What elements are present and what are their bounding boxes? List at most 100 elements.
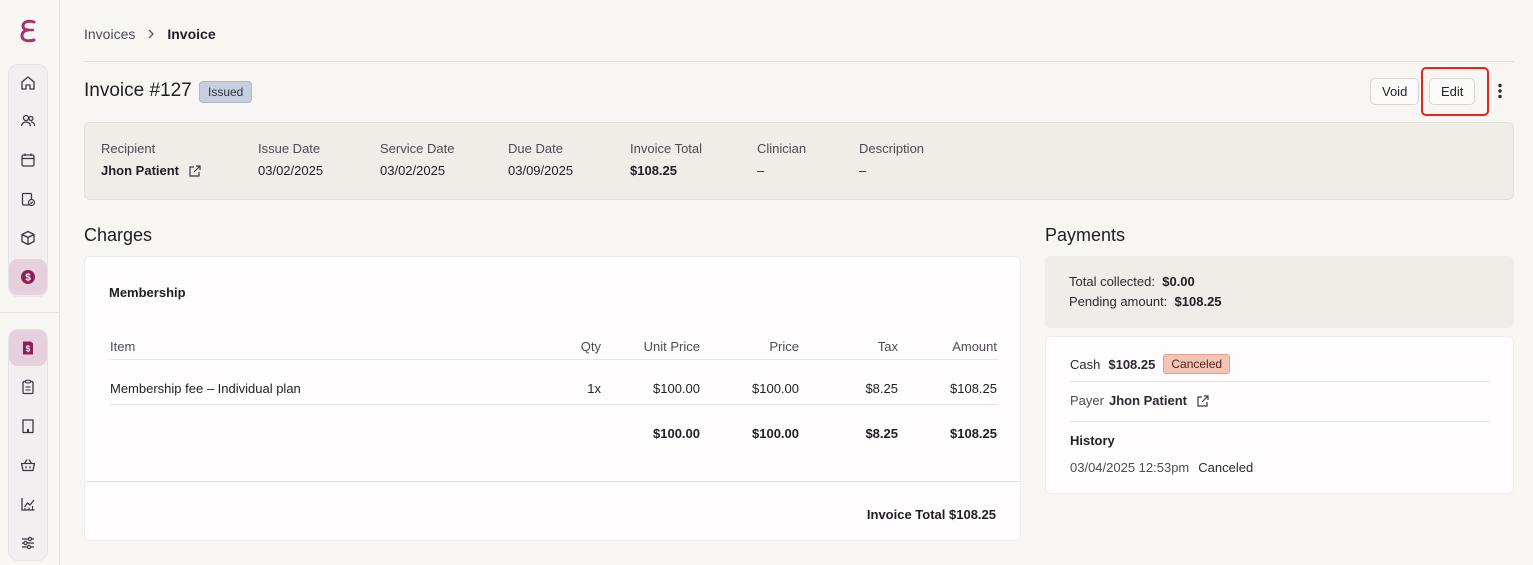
charges-card: Membership Item Qty Unit Price Price Tax… xyxy=(84,256,1021,541)
service-date-field: Service Date 03/02/2025 xyxy=(380,141,454,178)
payment-amount: $108.25 xyxy=(1108,356,1156,372)
nav-products[interactable] xyxy=(9,220,47,256)
subnav-invoices[interactable]: $ xyxy=(9,330,47,366)
payment-status-badge: Canceled xyxy=(1163,354,1231,374)
pending-amount-label: Pending amount: xyxy=(1069,294,1168,309)
table-divider xyxy=(109,404,998,405)
subnav-statements[interactable] xyxy=(9,408,47,444)
payer-link[interactable]: Jhon Patient xyxy=(1109,393,1187,408)
total-tax: $8.25 xyxy=(865,426,898,441)
chart-icon xyxy=(21,498,35,511)
clipboard-check-icon xyxy=(21,192,36,207)
logo-icon[interactable] xyxy=(17,18,41,44)
cell-price: $100.00 xyxy=(752,381,799,396)
more-options-button[interactable] xyxy=(1493,80,1507,102)
primary-nav: $ xyxy=(8,64,48,297)
nav-tasks[interactable] xyxy=(9,181,47,217)
issue-date-value: 03/02/2025 xyxy=(258,163,324,178)
header-divider xyxy=(84,61,1514,62)
nav-divider xyxy=(0,312,59,313)
payment-divider xyxy=(1070,381,1491,382)
cell-qty: 1x xyxy=(587,381,601,396)
table-row: Membership fee – Individual plan 1x $100… xyxy=(109,381,998,401)
card-divider xyxy=(85,481,1020,482)
table-divider xyxy=(109,359,998,360)
nav-calendar[interactable] xyxy=(9,142,47,178)
invoice-total-value: $108.25 xyxy=(630,163,677,178)
due-date-label: Due Date xyxy=(508,141,563,156)
history-item: 03/04/2025 12:53pm Canceled xyxy=(1070,460,1253,475)
history-title: History xyxy=(1070,433,1115,448)
breadcrumb-invoices-link[interactable]: Invoices xyxy=(84,26,135,42)
external-link-icon[interactable] xyxy=(188,164,202,178)
total-amount: $108.25 xyxy=(950,426,997,441)
payments-summary: Total collected: $0.00 Pending amount: $… xyxy=(1045,256,1514,328)
total-collected: Total collected: $0.00 xyxy=(1069,274,1195,289)
total-collected-value: $0.00 xyxy=(1162,274,1195,289)
page-title: Invoice #127 xyxy=(84,80,192,101)
description-value: – xyxy=(859,163,867,178)
charges-invoice-total: Invoice Total $108.25 xyxy=(866,507,996,522)
col-amount: Amount xyxy=(952,339,997,354)
col-item: Item xyxy=(110,339,136,354)
charges-table-header: Item Qty Unit Price Price Tax Amount xyxy=(109,339,998,359)
col-price: Price xyxy=(769,339,799,354)
nav-home[interactable] xyxy=(9,65,47,101)
subnav-claims[interactable] xyxy=(9,369,47,405)
edit-highlight-box xyxy=(1421,67,1489,116)
recipient-value: Jhon Patient xyxy=(101,163,202,178)
calendar-icon xyxy=(21,153,35,167)
total-price: $100.00 xyxy=(752,426,799,441)
status-badge: Issued xyxy=(199,81,253,103)
service-date-value: 03/02/2025 xyxy=(380,163,446,178)
pending-amount-value: $108.25 xyxy=(1174,294,1222,309)
basket-icon xyxy=(20,459,36,472)
clinician-field: Clinician – xyxy=(757,141,806,178)
service-date-label: Service Date xyxy=(380,141,455,156)
invoice-summary: Recipient Jhon Patient Issue Date 03/02/… xyxy=(84,122,1514,200)
breadcrumb: Invoices Invoice xyxy=(84,26,216,42)
charge-group-title: Membership xyxy=(109,285,186,300)
payment-method-row: Cash $108.25 Canceled xyxy=(1070,354,1231,374)
subnav-sales[interactable] xyxy=(9,447,47,483)
payments-title: Payments xyxy=(1045,225,1126,245)
description-label: Description xyxy=(859,141,925,156)
svg-text:$: $ xyxy=(26,345,31,354)
charges-title: Charges xyxy=(84,225,153,245)
void-button[interactable]: Void xyxy=(1370,78,1420,105)
payment-card: Cash $108.25 Canceled Payer Jhon Patient… xyxy=(1045,336,1514,494)
nav-clients[interactable] xyxy=(9,103,47,139)
building-icon xyxy=(22,419,34,434)
total-unit-price: $100.00 xyxy=(653,426,700,441)
col-unit-price: Unit Price xyxy=(643,339,700,354)
clipboard-icon xyxy=(22,379,34,395)
total-collected-label: Total collected: xyxy=(1069,274,1155,289)
sliders-icon xyxy=(22,536,34,550)
payer-row: Payer Jhon Patient xyxy=(1070,393,1210,408)
svg-text:$: $ xyxy=(25,273,31,284)
pending-amount: Pending amount: $108.25 xyxy=(1069,294,1222,309)
subnav-reports[interactable] xyxy=(9,486,47,522)
cell-item: Membership fee – Individual plan xyxy=(110,381,301,396)
col-tax: Tax xyxy=(877,339,898,354)
users-icon xyxy=(20,114,36,127)
history-event: Canceled xyxy=(1198,460,1254,475)
description-field: Description – xyxy=(859,141,924,178)
invoice-total-field: Invoice Total $108.25 xyxy=(630,141,702,178)
issue-date-label: Issue Date xyxy=(258,141,321,156)
recipient-link[interactable]: Jhon Patient xyxy=(101,163,179,178)
payment-method: Cash xyxy=(1070,356,1101,372)
breadcrumb-current: Invoice xyxy=(167,26,216,42)
subnav-settings[interactable] xyxy=(9,525,47,561)
col-qty: Qty xyxy=(580,339,601,354)
invoice-icon: $ xyxy=(23,341,33,355)
external-link-icon[interactable] xyxy=(1196,394,1210,408)
recipient-field: Recipient Jhon Patient xyxy=(101,141,202,178)
nav-billing[interactable]: $ xyxy=(9,259,47,295)
clinician-label: Clinician xyxy=(757,141,807,156)
due-date-value: 03/09/2025 xyxy=(508,163,574,178)
invoice-total-label: Invoice Total xyxy=(630,141,703,156)
box-icon xyxy=(21,230,35,246)
due-date-field: Due Date 03/09/2025 xyxy=(508,141,573,178)
billing-subnav: $ xyxy=(8,329,48,561)
